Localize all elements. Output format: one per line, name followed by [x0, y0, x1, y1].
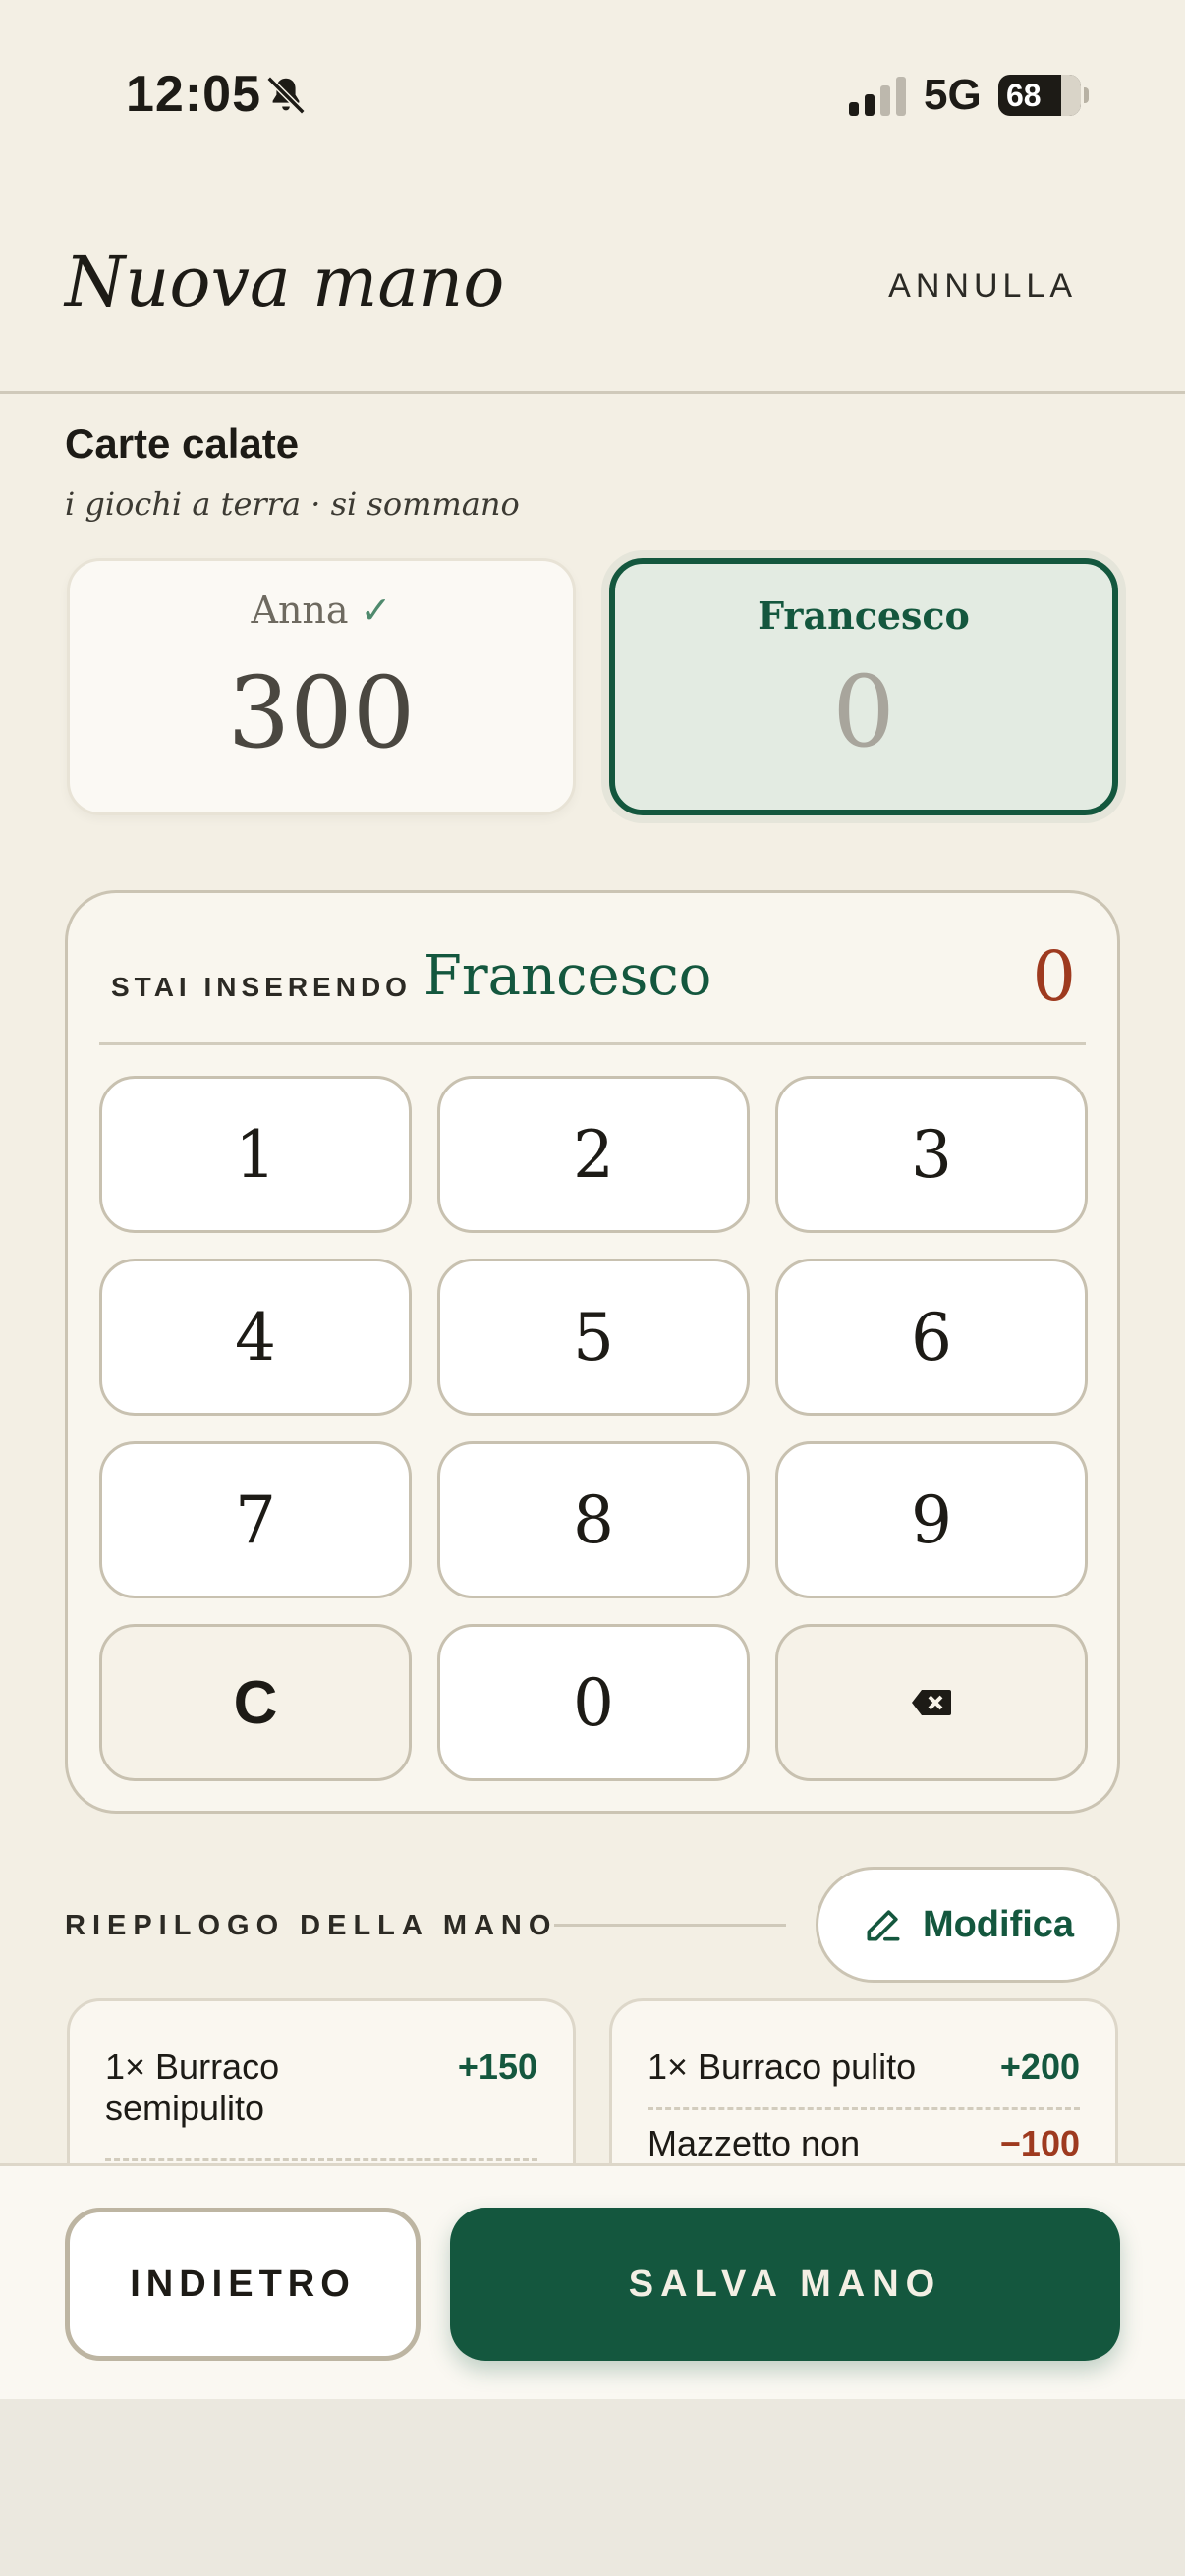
section-subtitle: i giochi a terra · si sommano — [65, 485, 520, 523]
edit-button[interactable]: Modifica — [816, 1867, 1120, 1983]
player-name: Francesco — [758, 593, 970, 638]
summary-points: −100 — [999, 2123, 1080, 2163]
key-3[interactable]: 3 — [775, 1076, 1088, 1233]
status-bar: 12:05 5G 68 — [0, 0, 1185, 196]
keypad-divider — [99, 1042, 1086, 1045]
key-4[interactable]: 4 — [99, 1259, 412, 1416]
player-card-francesco[interactable]: Francesco 0 — [609, 558, 1118, 815]
entering-label: STAI INSERENDO — [111, 972, 412, 1002]
header-divider — [0, 391, 1185, 394]
key-2[interactable]: 2 — [437, 1076, 750, 1233]
page-title: Nuova mano — [65, 242, 505, 322]
key-8[interactable]: 8 — [437, 1441, 750, 1598]
key-6[interactable]: 6 — [775, 1259, 1088, 1416]
entering-player-name: Francesco — [423, 944, 712, 1008]
home-indicator-area — [0, 2399, 1185, 2576]
check-icon: ✓ — [360, 588, 392, 632]
key-backspace[interactable] — [775, 1624, 1088, 1781]
summary-row: 1× Burraco pulito +200 — [648, 2046, 1080, 2087]
key-7[interactable]: 7 — [99, 1441, 412, 1598]
bottom-action-bar: INDIETRO SALVA MANO — [0, 2163, 1185, 2399]
summary-row-divider — [105, 2158, 537, 2161]
player-score: 0 — [832, 654, 895, 769]
bell-muted-icon — [266, 76, 306, 115]
key-0[interactable]: 0 — [437, 1624, 750, 1781]
summary-divider — [554, 1924, 786, 1927]
battery-icon: 68 — [998, 75, 1089, 116]
player-name: Anna ✓ — [251, 588, 392, 632]
summary-row: 1× Burraco semipulito +150 — [105, 2046, 537, 2128]
battery-level: 68 — [1006, 77, 1042, 113]
summary-row-divider — [648, 2107, 1080, 2110]
summary-points: +200 — [999, 2046, 1080, 2087]
key-1[interactable]: 1 — [99, 1076, 412, 1233]
entering-value: 0 — [1032, 936, 1076, 1017]
save-hand-button[interactable]: SALVA MANO — [450, 2208, 1120, 2361]
section-title: Carte calate — [65, 420, 300, 467]
back-button[interactable]: INDIETRO — [65, 2208, 421, 2361]
backspace-icon — [912, 1690, 951, 1715]
cancel-button[interactable]: ANNULLA — [888, 267, 1077, 306]
summary-label: RIEPILOGO DELLA MANO — [65, 1910, 558, 1941]
key-clear[interactable]: C — [99, 1624, 412, 1781]
pencil-icon — [867, 1910, 900, 1941]
summary-points: +150 — [457, 2046, 537, 2087]
key-5[interactable]: 5 — [437, 1259, 750, 1416]
signal-icon — [849, 77, 906, 116]
edit-label: Modifica — [922, 1903, 1075, 1945]
network-type: 5G — [924, 71, 982, 119]
summary-row: Mazzetto non −100 — [648, 2123, 1080, 2163]
key-9[interactable]: 9 — [775, 1441, 1088, 1598]
player-score: 300 — [227, 655, 416, 770]
player-card-anna[interactable]: Anna ✓ 300 — [67, 558, 576, 815]
status-time: 12:05 — [126, 66, 261, 123]
keypad-panel: STAI INSERENDO Francesco 0 1 2 3 4 5 6 7… — [65, 890, 1120, 1814]
